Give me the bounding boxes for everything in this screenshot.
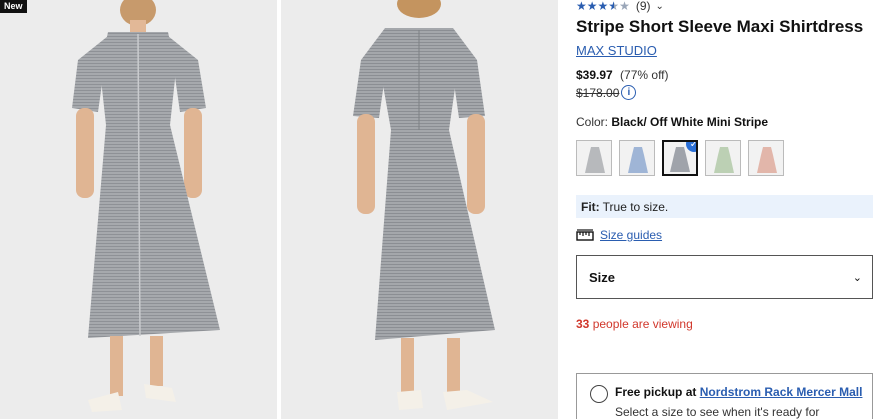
chevron-down-icon[interactable]: ⌄ xyxy=(656,1,664,12)
fit-info-box: Fit: True to size. xyxy=(576,195,873,218)
original-price: $178.00 xyxy=(576,85,620,100)
rating-count[interactable]: (9) xyxy=(636,0,651,13)
fit-value: True to size. xyxy=(602,199,669,214)
swatch-dress-icon xyxy=(714,147,734,173)
size-guides-link[interactable]: Size guides xyxy=(600,228,662,242)
pickup-store-link[interactable]: Nordstrom Rack Mercer Mall xyxy=(700,385,863,399)
swatch-dress-icon xyxy=(585,147,605,173)
star-icon: ★ xyxy=(576,0,587,13)
original-price-row: $178.00 i xyxy=(576,85,637,100)
size-dropdown-label: Size xyxy=(589,269,616,285)
star-half-icon: ★ xyxy=(608,0,620,13)
pickup-subtext: Select a size to see when it's ready for xyxy=(615,405,820,419)
product-photo-back[interactable] xyxy=(281,0,558,419)
pickup-heading: Free pickup at Nordstrom Rack Mercer Mal… xyxy=(615,385,862,399)
color-value: Black/ Off White Mini Stripe xyxy=(611,115,769,129)
color-swatch-black-off-white-selected[interactable]: ✓ xyxy=(662,140,698,176)
color-swatch-pink-stripe[interactable] xyxy=(748,140,784,176)
color-swatch-sage-stripe[interactable] xyxy=(705,140,741,176)
color-label-row: Color: Black/ Off White Mini Stripe xyxy=(576,115,768,129)
new-badge: New xyxy=(0,0,27,13)
size-guides-row: Size guides xyxy=(576,228,662,242)
ruler-icon xyxy=(576,229,594,241)
pickup-prefix: Free pickup at xyxy=(615,385,697,399)
size-dropdown[interactable]: Size ⌄ xyxy=(576,255,873,299)
price-row: $39.97 (77% off) xyxy=(576,68,669,82)
fit-label: Fit: xyxy=(581,199,600,214)
star-empty-icon: ★ xyxy=(619,0,630,13)
info-icon[interactable]: i xyxy=(621,85,637,100)
color-label: Color: xyxy=(576,115,609,129)
product-title: Stripe Short Sleeve Maxi Shirtdress xyxy=(576,17,864,36)
viewers-label: people are viewing xyxy=(592,317,693,331)
dress-front-illustration xyxy=(72,0,220,412)
pickup-radio[interactable] xyxy=(590,385,608,403)
color-swatch-blue-stripe[interactable] xyxy=(619,140,655,176)
viewers-count-text: 33 people are viewing xyxy=(576,317,693,331)
chevron-down-icon: ⌄ xyxy=(852,271,862,284)
color-swatches: ✓ xyxy=(576,140,784,176)
brand-link[interactable]: MAX STUDIO xyxy=(576,43,657,58)
color-swatch-grey-stripe[interactable] xyxy=(576,140,612,176)
star-icon: ★ xyxy=(586,0,598,13)
rating-row[interactable]: ★ ★ ★ ★ ★ (9) ⌄ xyxy=(576,0,664,13)
swatch-dress-icon xyxy=(628,147,648,173)
star-icon: ★ xyxy=(597,0,609,13)
discount-percent: (77% off) xyxy=(620,68,669,82)
sale-price: $39.97 xyxy=(576,68,613,82)
swatch-dress-icon xyxy=(757,147,777,173)
product-photo-front[interactable]: New xyxy=(0,0,277,419)
dress-back-illustration xyxy=(353,0,495,410)
rating-stars: ★ ★ ★ ★ ★ xyxy=(576,0,630,12)
pickup-option-box[interactable]: Free pickup at Nordstrom Rack Mercer Mal… xyxy=(576,373,873,419)
viewers-count: 33 xyxy=(576,317,590,331)
